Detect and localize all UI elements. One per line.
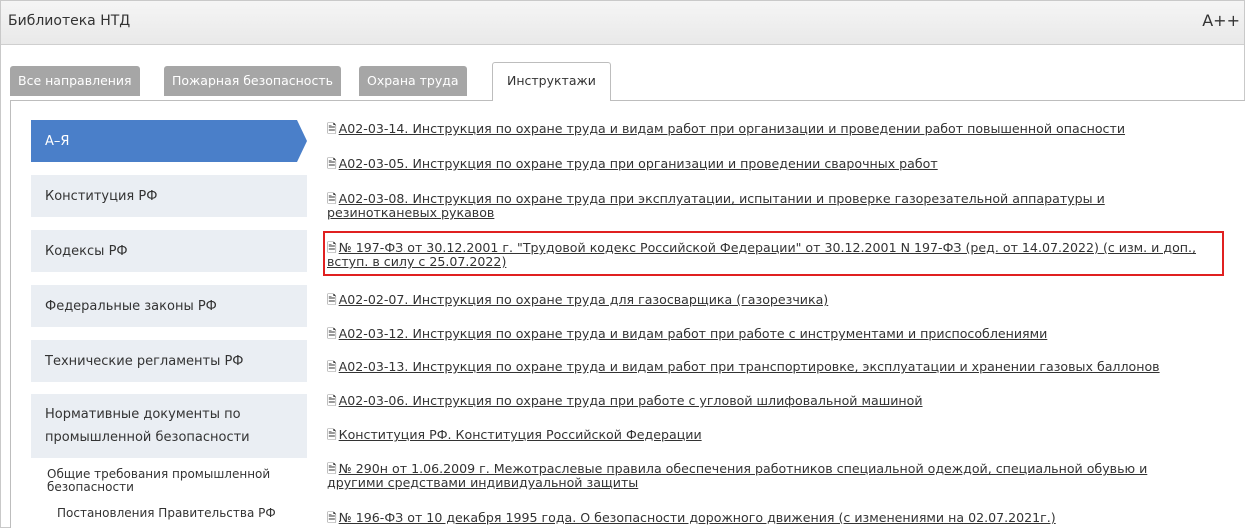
sidebar-item-constitution[interactable]: Конституция РФ bbox=[31, 175, 307, 217]
document-link[interactable]: 🗎 А02-03-14. Инструкция по охране труда и… bbox=[327, 122, 1125, 136]
document-link[interactable]: 🗎 Конституция РФ. Конституция Российской … bbox=[327, 428, 702, 442]
document-icon: 🗎 bbox=[327, 122, 337, 136]
tab-fire-safety[interactable]: Пожарная безопасность bbox=[164, 66, 341, 96]
document-icon: 🗎 bbox=[327, 428, 337, 442]
highlight-box bbox=[323, 231, 1224, 276]
document-icon: 🗎 bbox=[327, 511, 337, 525]
document-icon: 🗎 bbox=[327, 293, 337, 307]
document-link[interactable]: 🗎 А02-03-08. Инструкция по охране труда п… bbox=[327, 192, 1105, 219]
sidebar-item-codes[interactable]: Кодексы РФ bbox=[31, 230, 307, 272]
sidebar-item-tech-regulations[interactable]: Технические регламенты РФ bbox=[31, 340, 307, 382]
sidebar-subitem-general-requirements[interactable]: Общие требования промышленной безопаснос… bbox=[47, 468, 270, 494]
document-link[interactable]: 🗎 № 196-ФЗ от 10 декабря 1995 года. О без… bbox=[327, 511, 1056, 525]
sidebar-item-a-z[interactable]: А–Я bbox=[31, 120, 307, 162]
document-link[interactable]: 🗎 А02-02-07. Инструкция по охране труда д… bbox=[327, 293, 828, 307]
document-link[interactable]: 🗎 А02-03-12. Инструкция по охране труда и… bbox=[327, 327, 1047, 341]
document-icon: 🗎 bbox=[327, 394, 337, 408]
document-link[interactable]: 🗎 № 290н от 1.06.2009 г. Межотраслевые пр… bbox=[327, 462, 1147, 489]
document-icon: 🗎 bbox=[327, 360, 337, 374]
document-link[interactable]: 🗎 А02-03-13. Инструкция по охране труда и… bbox=[327, 360, 1160, 374]
tab-labor-protection[interactable]: Охрана труда bbox=[359, 66, 467, 96]
sidebar-item-federal-laws[interactable]: Федеральные законы РФ bbox=[31, 285, 307, 327]
font-size-button[interactable]: A++ bbox=[1202, 11, 1240, 30]
title-bar: Библиотека НТД A++ bbox=[1, 1, 1244, 45]
document-link[interactable]: 🗎 А02-03-05. Инструкция по охране труда п… bbox=[327, 157, 938, 171]
document-link[interactable]: 🗎 А02-03-06. Инструкция по охране труда п… bbox=[327, 394, 923, 408]
content-panel: А–Я Конституция РФ Кодексы РФ Федеральны… bbox=[10, 100, 1245, 528]
sidebar-subitem-government-decrees[interactable]: Постановления Правительства РФ bbox=[57, 507, 276, 520]
sidebar-item-industrial-safety[interactable]: Нормативные документы по промышленной бе… bbox=[31, 394, 307, 458]
document-icon: 🗎 bbox=[327, 157, 337, 171]
window-title: Библиотека НТД bbox=[8, 13, 131, 29]
tab-briefings[interactable]: Инструктажи bbox=[492, 62, 611, 101]
library-window: Библиотека НТД A++ Все направления Пожар… bbox=[0, 0, 1245, 528]
tab-all-directions[interactable]: Все направления bbox=[10, 66, 140, 96]
tab-strip: Все направления Пожарная безопасность Ох… bbox=[1, 46, 1244, 101]
document-icon: 🗎 bbox=[327, 327, 337, 341]
